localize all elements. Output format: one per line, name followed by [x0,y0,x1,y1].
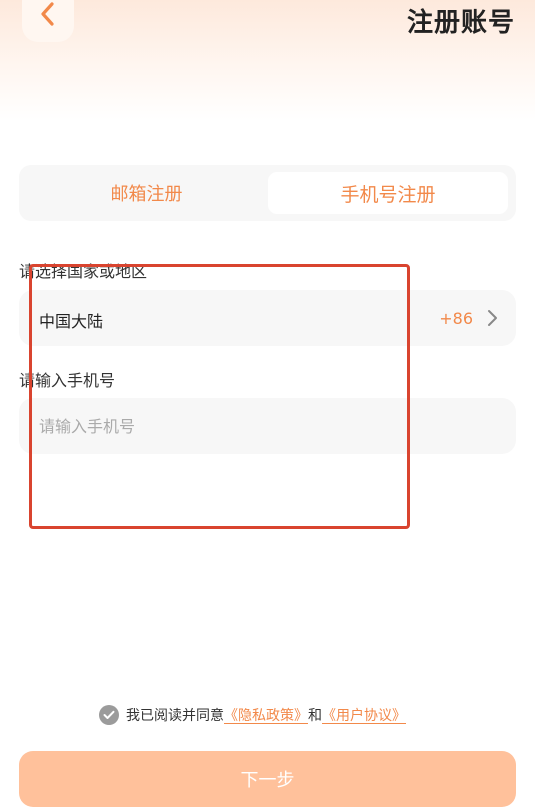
country-selector[interactable]: 中国大陆 +86 [19,290,516,346]
phone-field-label: 请输入手机号 [19,371,116,390]
country-code: +86 [439,309,473,328]
country-value: 中国大陆 [39,312,104,331]
agreement-prefix: 我已阅读并同意 [126,708,224,724]
next-step-button[interactable]: 下一步 [19,751,516,807]
check-icon [103,710,115,719]
registration-tabs: 邮箱注册 手机号注册 [19,165,516,221]
tab-phone-registration[interactable]: 手机号注册 [268,172,508,214]
privacy-policy-link[interactable]: 《隐私政策》 [224,705,308,725]
checkmark-circle-icon[interactable] [99,705,119,725]
phone-input[interactable] [39,398,499,454]
back-button[interactable] [22,0,74,42]
user-agreement-link[interactable]: 《用户协议》 [322,705,406,725]
page-title: 注册账号 [406,8,515,38]
tab-email-registration[interactable]: 邮箱注册 [26,172,267,214]
agreement-joiner: 和 [308,708,322,724]
country-field-label: 请选择国家或地区 [19,262,148,281]
chevron-right-icon [488,310,497,326]
agreement-row: 我已阅读并同意 《隐私政策》 和 《用户协议》 [99,704,406,726]
chevron-left-icon [41,2,54,26]
phone-field [19,398,516,454]
